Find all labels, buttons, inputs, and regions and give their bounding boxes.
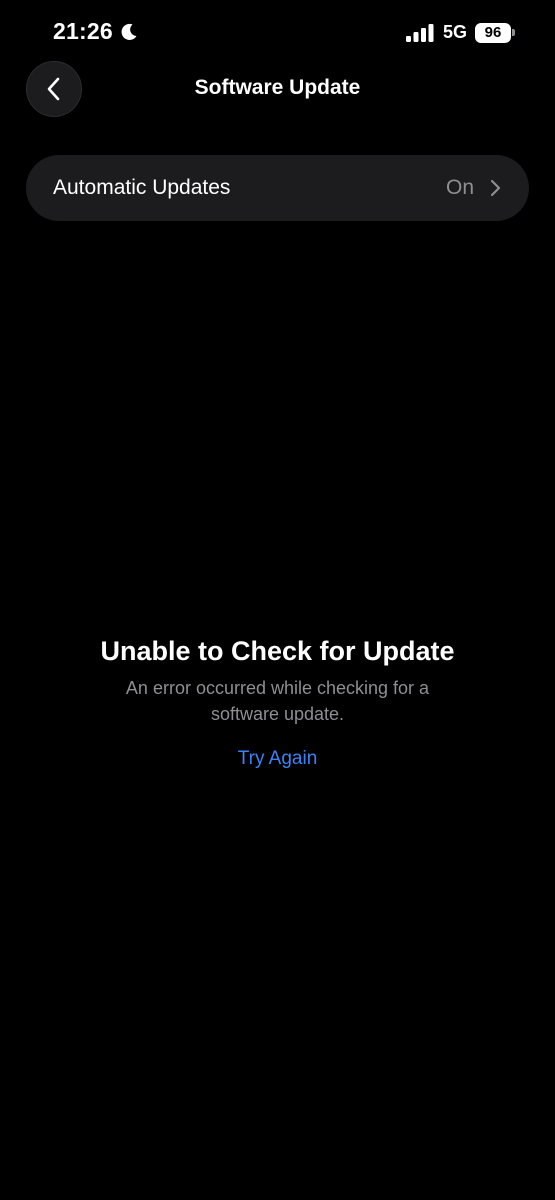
moon-icon (121, 23, 137, 40)
error-message: An error occurred while checking for a s… (125, 678, 430, 724)
automatic-updates-value: On (445, 176, 474, 199)
automatic-updates-row[interactable]: Automatic Updates On (26, 155, 529, 221)
status-time: 21:26 (53, 18, 113, 44)
chevron-right-icon (490, 179, 501, 197)
battery-cap (512, 29, 515, 36)
status-time-group: 21:26 (53, 18, 139, 45)
network-type: 5G (442, 22, 467, 42)
battery-level: 96 (484, 24, 502, 41)
battery-icon: 96 (475, 22, 515, 43)
battery-body: 96 (475, 22, 511, 43)
error-title: Unable to Check for Update (100, 636, 455, 666)
automatic-updates-label: Automatic Updates (53, 176, 231, 199)
status-indicators: 5G 96 (405, 22, 515, 43)
status-bar: 21:26 5G 96 (0, 0, 555, 66)
cellular-signal-icon (405, 23, 434, 42)
try-again-button[interactable]: Try Again (0, 748, 555, 770)
page-title: Software Update (194, 76, 361, 99)
